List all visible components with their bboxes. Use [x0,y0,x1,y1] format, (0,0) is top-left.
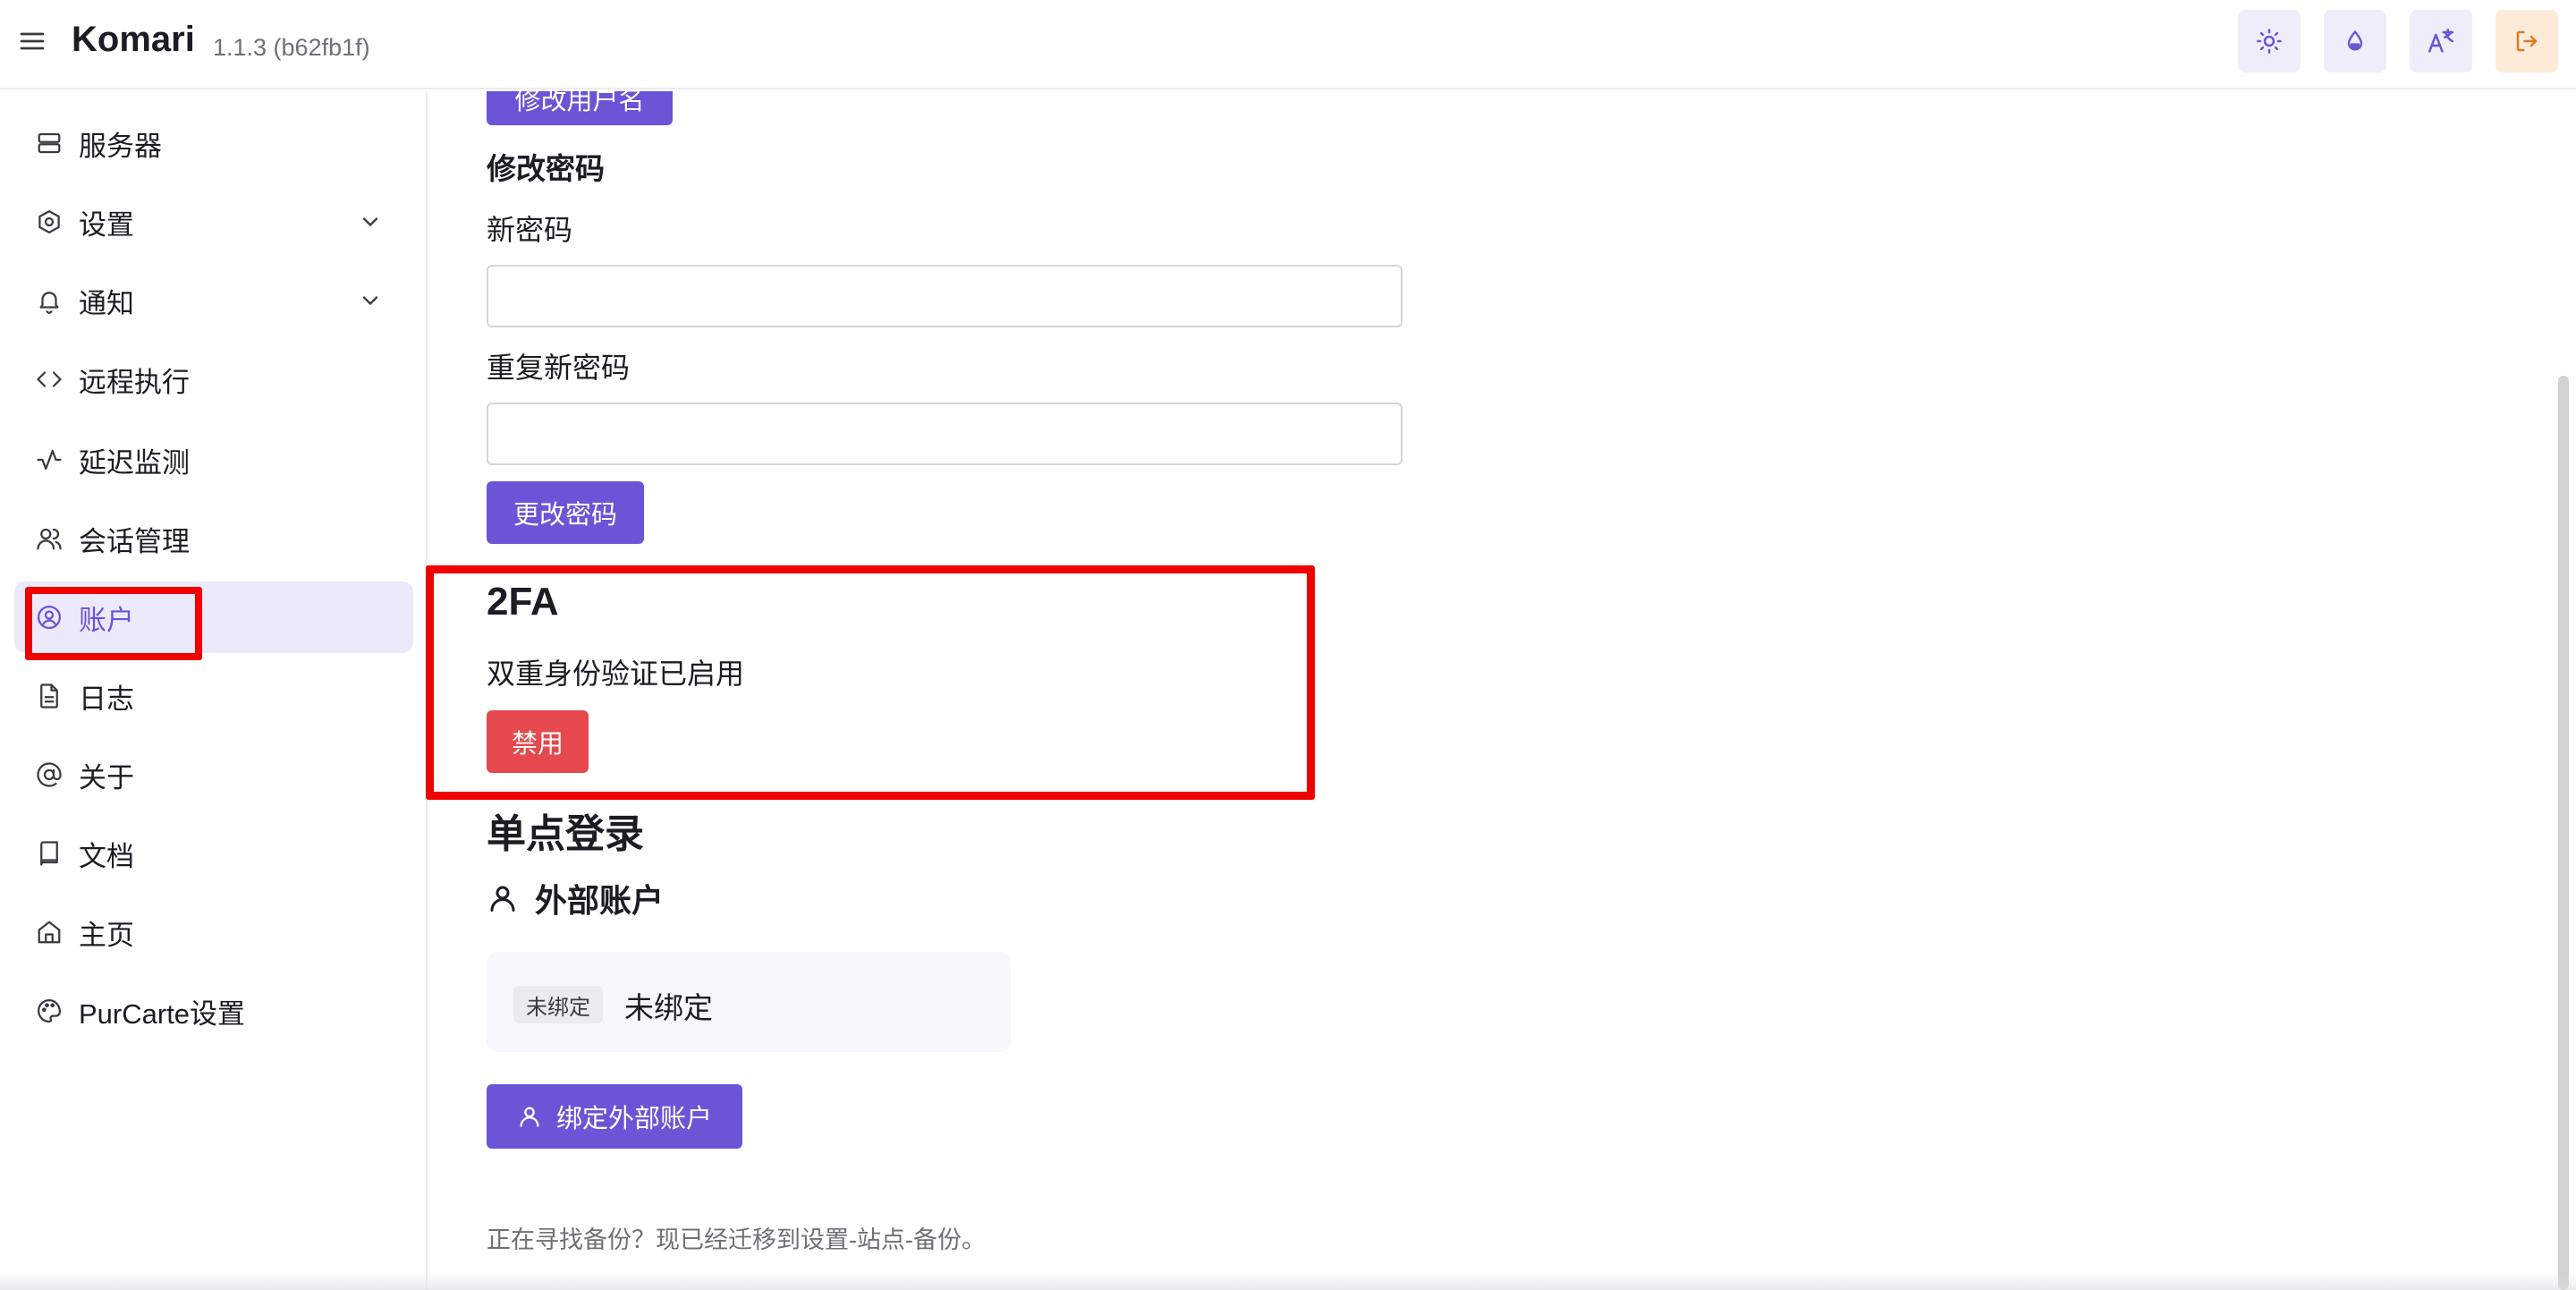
activity-icon [34,445,64,475]
users-icon [34,523,64,554]
sso-title: 单点登录 [487,812,644,856]
sidebar-item-label: 日志 [79,683,134,715]
bell-icon [34,285,64,316]
translate-icon [2428,28,2454,53]
new-password-input[interactable] [487,265,1402,327]
at-sign-icon [34,760,64,790]
brand-title: Komari [72,20,195,59]
sidebar-item-label: 服务器 [79,130,162,162]
change-username-button[interactable]: 修改用户名 [487,91,673,125]
settings-hexagon-icon [34,207,64,237]
sidebar-item-label: 文档 [79,840,134,872]
sidebar-item-label: 延迟监测 [79,446,190,479]
twofa-status-text: 双重身份验证已启用 [487,658,745,690]
repeat-password-input[interactable] [487,403,1402,465]
sidebar-item-sessions[interactable]: 会话管理 [14,503,413,574]
home-icon [34,917,64,947]
logout-icon [2516,30,2538,52]
repeat-password-label: 重复新密码 [487,352,631,384]
twofa-title: 2FA [487,580,559,624]
user-icon [520,1107,539,1127]
file-text-icon [34,681,64,711]
sidebar-item-label: PurCarte设置 [79,997,246,1030]
server-icon [34,128,64,158]
user-icon [490,886,515,912]
sidebar-item-docs[interactable]: 文档 [14,818,413,889]
app-header: Komari 1.1.3 (b62fb1f) [0,0,2576,89]
sidebar-item-label: 会话管理 [79,525,190,557]
bind-button-label: 绑定外部账户 [555,1105,712,1133]
droplet-icon [2347,30,2363,51]
external-account-card: 未绑定 未绑定 [487,952,1011,1052]
password-section-title: 修改密码 [487,152,605,185]
version-label: 1.1.3 (b62fb1f) [213,34,370,61]
user-circle-icon [34,602,64,632]
code-icon [34,364,64,395]
account-settings-panel: 修改用户名 修改密码 新密码 重复新密码 更改密码 2FA 双重身份验证已启用 … [429,91,2549,1290]
chevron-down-icon[interactable] [358,209,383,234]
menu-icon[interactable] [18,27,47,55]
sun-icon [2257,29,2282,54]
bind-external-account-button[interactable]: 绑定外部账户 [487,1084,742,1149]
sidebar: 服务器 设置 通知 远程执行 延迟监测 会话管理 账户 日志 关于 文档 主页 … [0,91,428,1290]
sidebar-item-purcarte-settings[interactable]: PurCarte设置 [14,975,413,1047]
palette-icon [34,996,64,1026]
language-button[interactable] [2410,10,2472,72]
sidebar-item-label: 关于 [79,761,134,794]
book-icon [34,838,64,869]
sidebar-item-servers[interactable]: 服务器 [14,107,413,179]
external-accounts-title: 外部账户 [535,882,665,919]
sidebar-item-remote-exec[interactable]: 远程执行 [14,344,413,415]
sidebar-item-label: 主页 [79,919,134,951]
sidebar-item-about[interactable]: 关于 [14,739,413,810]
scrollbar[interactable] [2558,376,2569,1290]
disable-2fa-button[interactable]: 禁用 [487,710,589,773]
logout-button[interactable] [2496,10,2558,72]
sidebar-item-logs[interactable]: 日志 [14,660,413,732]
new-password-label: 新密码 [487,214,573,246]
color-theme-button[interactable] [2324,10,2386,72]
sidebar-item-account[interactable]: 账户 [14,581,413,653]
sidebar-item-label: 通知 [79,287,134,319]
sidebar-item-label: 远程执行 [79,366,190,398]
sidebar-item-label: 账户 [79,604,134,636]
backup-note: 正在寻找备份？现已经迁移到设置-站点-备份。 [487,1226,986,1253]
unbound-badge: 未绑定 [513,986,603,1023]
theme-toggle-button[interactable] [2238,10,2301,72]
change-password-button[interactable]: 更改密码 [487,481,644,544]
sidebar-item-latency[interactable]: 延迟监测 [14,424,413,496]
sidebar-item-settings[interactable]: 设置 [14,186,413,258]
external-accounts-heading: 外部账户 [487,875,664,921]
sidebar-item-label: 设置 [79,208,134,241]
chevron-down-icon[interactable] [358,288,383,313]
sidebar-item-home[interactable]: 主页 [14,896,413,968]
sidebar-item-notifications[interactable]: 通知 [14,265,413,336]
unbound-status-text: 未绑定 [624,991,713,1024]
